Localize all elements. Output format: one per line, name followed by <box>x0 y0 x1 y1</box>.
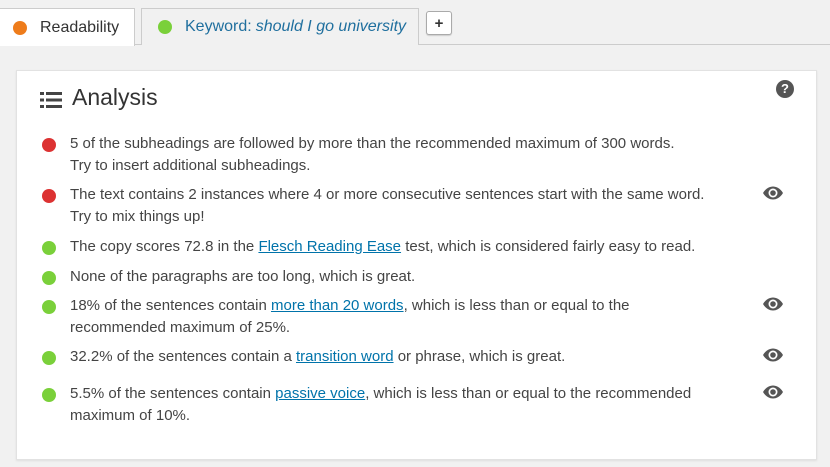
result-text-pre: The copy scores 72.8 in the <box>70 238 259 255</box>
tab-keyword-value: should I go university <box>255 18 407 35</box>
result-status-dot <box>42 300 56 314</box>
eye-icon[interactable] <box>762 185 784 201</box>
tab-readability-label: Readability <box>40 18 120 36</box>
result-link[interactable]: Flesch Reading Ease <box>258 238 401 255</box>
result-text-line1: 5 of the subheadings are followed by mor… <box>70 135 675 152</box>
readability-status-dot <box>13 20 27 35</box>
result-text-line2: maximum of 10%. <box>70 407 191 424</box>
panel-title: Analysis <box>72 83 158 110</box>
tab-bar: Readability Keyword: should I go univers… <box>0 0 830 46</box>
result-text-line2: Try to mix things up! <box>70 208 205 225</box>
result-status-dot <box>42 241 56 255</box>
analysis-panel: Analysis ? 5 of the subheadings are foll… <box>16 70 817 460</box>
result-text: None of the paragraphs are too long, whi… <box>70 266 750 288</box>
result-text: 5 of the subheadings are followed by mor… <box>70 133 750 177</box>
result-text: 18% of the sentences contain more than 2… <box>70 295 750 339</box>
result-text: The text contains 2 instances where 4 or… <box>70 184 750 228</box>
result-status-dot <box>42 189 56 203</box>
result-text: 32.2% of the sentences contain a transit… <box>70 346 750 368</box>
result-status-dot <box>42 138 56 152</box>
keyword-status-dot <box>158 20 172 34</box>
result-text-pre: 18% of the sentences contain <box>70 297 271 314</box>
result-text-post: , which is less than or equal to the <box>403 297 630 314</box>
eye-icon[interactable] <box>762 384 784 400</box>
result-text-post: test, which is considered fairly easy to… <box>401 238 696 255</box>
result-text-line1: The text contains 2 instances where 4 or… <box>70 186 705 203</box>
result-text: The copy scores 72.8 in the Flesch Readi… <box>70 236 750 258</box>
result-text: 5.5% of the sentences contain passive vo… <box>70 383 750 427</box>
result-link[interactable]: more than 20 words <box>271 297 404 314</box>
result-text-line1: None of the paragraphs are too long, whi… <box>70 268 416 285</box>
result-text-line2: recommended maximum of 25%. <box>70 319 291 336</box>
readability-analysis-screen: Readability Keyword: should I go univers… <box>0 0 830 467</box>
tab-readability[interactable]: Readability <box>0 8 135 46</box>
result-link[interactable]: transition word <box>296 348 394 365</box>
result-status-dot <box>42 351 56 365</box>
result-status-dot <box>42 271 56 285</box>
eye-icon[interactable] <box>762 347 784 363</box>
list-icon <box>40 92 62 108</box>
panel-header: Analysis <box>40 77 158 117</box>
tab-keyword[interactable]: Keyword: should I go university <box>141 8 419 45</box>
result-text-post: , which is less than or equal to the rec… <box>365 385 692 402</box>
tab-keyword-label: Keyword: <box>185 18 252 35</box>
add-keyword-tab-button[interactable]: + <box>426 11 452 35</box>
result-text-pre: 5.5% of the sentences contain <box>70 385 276 402</box>
result-link[interactable]: passive voice <box>275 385 365 402</box>
result-text-post: or phrase, which is great. <box>393 348 566 365</box>
result-text-pre: 32.2% of the sentences contain a <box>70 348 296 365</box>
eye-icon[interactable] <box>762 296 784 312</box>
result-text-line2: Try to insert additional subheadings. <box>70 157 311 174</box>
result-status-dot <box>42 388 56 402</box>
help-icon[interactable]: ? <box>776 80 794 98</box>
